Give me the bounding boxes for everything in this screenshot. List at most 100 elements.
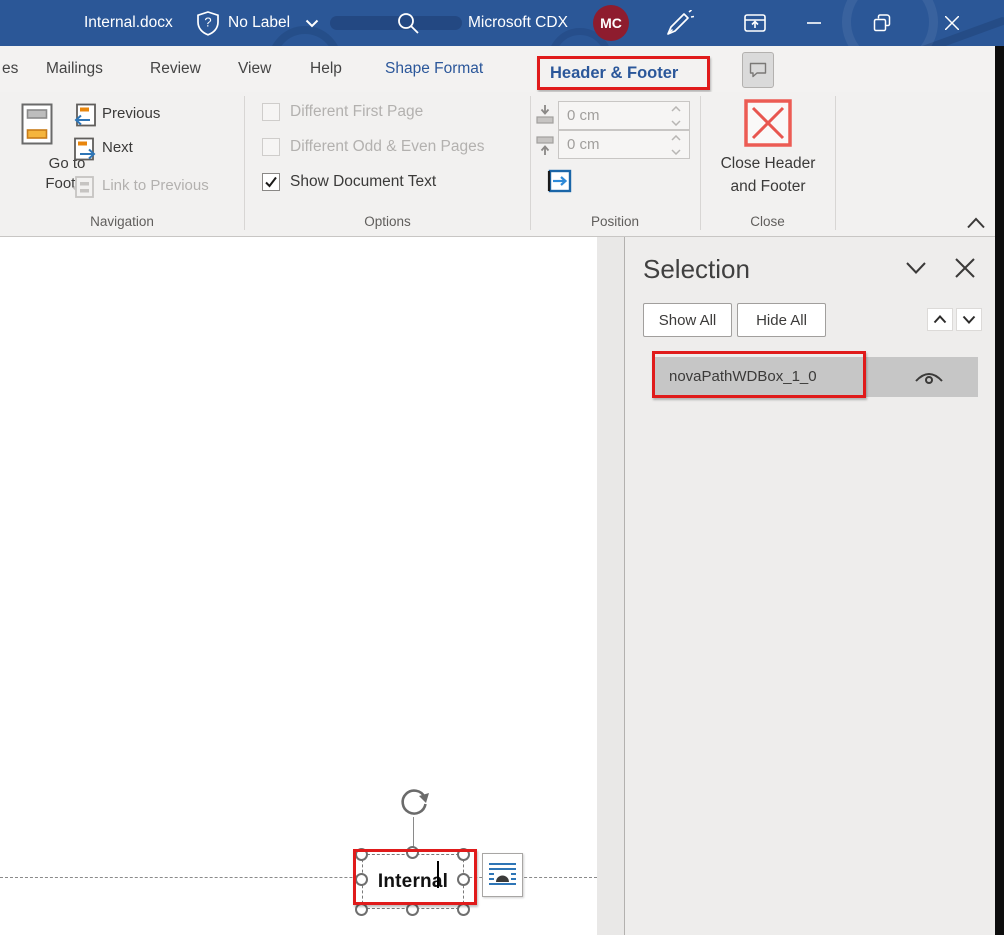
show-all-button[interactable]: Show All (643, 303, 732, 337)
show-document-text-checkbox[interactable]: Show Document Text (255, 171, 495, 195)
layout-options-icon (488, 861, 517, 889)
ribbon-display-options-button[interactable] (733, 0, 777, 46)
checkbox-unchecked-disabled (262, 103, 280, 121)
document-canvas[interactable]: Internal (0, 237, 597, 935)
search-icon[interactable] (396, 11, 420, 35)
layout-options-button[interactable] (482, 853, 523, 897)
position-group-label: Position (530, 214, 700, 229)
word-window: Internal.docx ? No Label Microsoft CDX M… (0, 0, 1004, 935)
chevron-down-icon (671, 149, 681, 155)
close-header-footer-icon (744, 99, 792, 147)
minimize-button[interactable] (792, 0, 836, 46)
close-window-icon (945, 16, 959, 30)
resize-handle-bottom-middle[interactable] (406, 903, 419, 916)
minimize-icon (807, 22, 821, 24)
screen-edge (995, 46, 1004, 935)
resize-handle-middle-left[interactable] (355, 873, 368, 886)
next-icon (73, 137, 97, 161)
resize-handle-bottom-right[interactable] (457, 903, 470, 916)
resize-handle-top-middle[interactable] (406, 846, 419, 859)
brand-label: Microsoft CDX (468, 0, 568, 46)
ribbon-display-options-icon (744, 14, 766, 32)
link-to-previous-label: Link to Previous (102, 177, 209, 194)
chevron-down-icon (671, 120, 681, 126)
footer-from-bottom-field: 0 cm (558, 130, 690, 159)
group-separator (700, 96, 701, 230)
chevron-down-icon (962, 315, 976, 324)
link-to-previous-button: Link to Previous (68, 173, 238, 201)
checkbox-unchecked-disabled (262, 138, 280, 156)
restore-icon (873, 14, 891, 32)
footer-textbox[interactable]: Internal (362, 854, 464, 909)
collapse-ribbon-chevron-icon[interactable] (966, 216, 986, 230)
group-separator (244, 96, 245, 230)
navigation-group-label: Navigation (0, 214, 244, 229)
ribbon-header-footer: r Go to Footer Previous (0, 92, 1004, 237)
resize-handle-middle-right[interactable] (457, 873, 470, 886)
close-header-footer-label: Close Header and Footer (712, 152, 824, 198)
show-all-label: Show All (659, 312, 717, 329)
next-label: Next (102, 139, 133, 156)
comment-icon (749, 62, 767, 78)
different-first-page-checkbox: Different First Page (255, 101, 485, 125)
previous-label: Previous (102, 105, 160, 122)
tab-view[interactable]: View (238, 46, 271, 92)
move-up-button[interactable] (927, 308, 953, 331)
draw-pen-icon[interactable] (662, 10, 694, 38)
chevron-up-icon (933, 315, 947, 324)
pane-close-icon[interactable] (954, 258, 976, 278)
insert-alignment-tab-icon[interactable] (547, 168, 573, 194)
next-button[interactable]: Next (68, 135, 178, 163)
pane-options-chevron-icon[interactable] (905, 261, 927, 275)
close-header-footer-button[interactable]: Close Header and Footer (706, 96, 830, 200)
selection-item-name[interactable]: novaPathWDBox_1_0 (669, 357, 817, 397)
eye-visible-icon[interactable] (912, 364, 946, 390)
tab-header-footer[interactable]: Header & Footer (550, 50, 678, 96)
resize-handle-top-right[interactable] (457, 848, 470, 861)
rotate-handle-icon[interactable] (397, 785, 431, 819)
options-group-label: Options (245, 214, 530, 229)
tab-review[interactable]: Review (150, 46, 201, 92)
hide-all-label: Hide All (756, 312, 807, 329)
header-from-top-spinner (668, 103, 684, 129)
different-first-page-label: Different First Page (290, 103, 423, 121)
selection-pane-title: Selection (643, 254, 750, 285)
document-title: Internal.docx (84, 0, 173, 46)
footer-from-bottom-icon (536, 134, 554, 156)
close-group-label: Close (700, 214, 835, 229)
hide-all-button[interactable]: Hide All (737, 303, 826, 337)
tab-shape-format[interactable]: Shape Format (385, 46, 483, 92)
text-cursor (437, 861, 439, 888)
restore-button[interactable] (860, 0, 904, 46)
tab-references-partial[interactable]: es (2, 46, 18, 92)
chevron-down-icon (305, 19, 319, 28)
header-from-top-icon (536, 104, 554, 126)
checkbox-checked[interactable] (262, 173, 280, 191)
comments-button[interactable] (742, 52, 774, 88)
header-from-top-field: 0 cm (558, 101, 690, 130)
footer-from-bottom-value: 0 cm (567, 136, 600, 153)
avatar[interactable]: MC (593, 5, 629, 41)
different-odd-even-checkbox: Different Odd & Even Pages (255, 136, 525, 160)
previous-icon (73, 103, 97, 127)
sensitivity-label-control[interactable]: ? No Label (192, 0, 324, 46)
checkmark-icon (263, 174, 279, 190)
resize-handle-top-left[interactable] (355, 848, 368, 861)
previous-button[interactable]: Previous (68, 101, 178, 129)
footer-from-bottom-spinner (668, 132, 684, 158)
selection-item-row[interactable]: novaPathWDBox_1_0 (655, 357, 978, 397)
resize-handle-bottom-left[interactable] (355, 903, 368, 916)
group-separator (530, 96, 531, 230)
sensitivity-shield-icon: ? (194, 9, 222, 37)
link-to-previous-icon (73, 175, 97, 199)
title-bar: Internal.docx ? No Label Microsoft CDX M… (0, 0, 1004, 46)
svg-text:?: ? (204, 15, 211, 30)
tab-mailings[interactable]: Mailings (46, 46, 103, 92)
tab-help[interactable]: Help (310, 46, 342, 92)
different-odd-even-label: Different Odd & Even Pages (290, 138, 484, 156)
move-down-button[interactable] (956, 308, 982, 331)
group-separator (835, 96, 836, 230)
sensitivity-label: No Label (228, 0, 290, 46)
close-window-button[interactable] (930, 0, 974, 46)
go-to-footer-icon (21, 103, 53, 145)
